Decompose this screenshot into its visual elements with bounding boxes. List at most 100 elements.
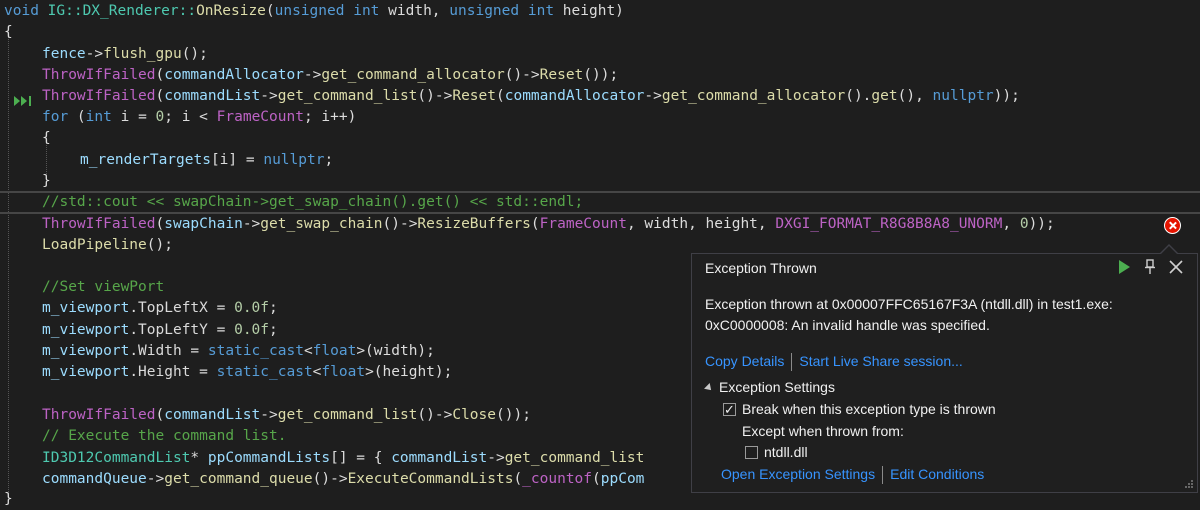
code-line-1[interactable]: fence->flush_gpu(); [42,44,208,65]
punct: ( [496,88,505,104]
punct: ( [155,407,165,423]
code-line-16[interactable]: ThrowIfFailed(commandList->get_command_l… [42,405,531,426]
resize-grip-icon[interactable] [1184,479,1194,489]
exception-popup: Exception Thrown Exception thrown at 0x0… [691,253,1198,493]
function: Reset [452,88,496,104]
keyword: unsigned [449,3,520,19]
function: get_swap_chain [260,216,383,232]
function: get [871,88,898,104]
code-line-brace-close[interactable]: } [4,489,13,510]
punct: , width, height, [626,216,776,232]
code-line-19[interactable]: commandQueue->get_command_queue()->Execu… [42,469,644,490]
code-line-15[interactable]: m_viewport.Height = static_cast<float>(h… [42,362,452,383]
ntdll-row[interactable]: ntdll.dll [745,442,808,463]
edit-conditions-link[interactable]: Edit Conditions [890,466,984,482]
macro: DXGI_FORMAT_R8G8B8A8_UNORM [775,216,1003,232]
code-line-signature[interactable]: void IG::DX_Renderer::OnResize(unsigned … [4,1,624,22]
keyword: float [321,364,366,380]
code-editor[interactable]: void IG::DX_Renderer::OnResize(unsigned … [0,0,1200,508]
code-line-13[interactable]: m_viewport.TopLeftY = 0.0f; [42,320,278,341]
punct: ( [155,67,165,83]
punct: < [303,343,313,359]
code-line-5[interactable]: { [42,128,51,149]
punct: )); [993,88,1020,104]
member: Height [138,364,191,380]
param: width, [388,3,441,19]
brace: } [42,173,51,189]
punct: ()-> [312,471,348,487]
open-exception-settings-link[interactable]: Open Exception Settings [721,466,875,482]
punct: = [207,300,235,316]
identifier: commandList [164,407,261,423]
identifier: fence [42,46,86,62]
operator: -> [487,450,505,466]
code-line-7[interactable]: } [42,171,51,192]
punct: . [129,300,139,316]
ntdll-label: ntdll.dll [764,444,808,460]
punct: ; i++) [303,109,357,125]
close-icon[interactable] [1168,259,1184,275]
code-line-18[interactable]: ID3D12CommandList* ppCommandLists[] = { … [42,448,644,469]
param: height) [562,3,624,19]
break-checkbox[interactable] [723,399,736,420]
ntdll-checkbox[interactable] [745,446,758,459]
function: get_command_allocator [321,67,505,83]
member: Width [138,343,182,359]
separator [791,353,793,372]
punct: ; [269,322,278,338]
exception-footer-links: Open Exception Settings Edit Conditions [721,464,984,485]
play-icon[interactable] [1116,259,1132,275]
identifier: m_viewport [42,322,130,338]
punct: [] = { [330,450,392,466]
operator: -> [644,88,662,104]
identifier: m_viewport [42,300,130,316]
punct: )); [1028,216,1055,232]
code-line-2[interactable]: ThrowIfFailed(commandAllocator->get_comm… [42,65,618,86]
identifier: m_renderTargets [80,152,211,168]
punct: (); [146,237,173,253]
pin-icon[interactable] [1142,259,1158,275]
code-line-14[interactable]: m_viewport.Width = static_cast<float>(wi… [42,341,435,362]
keyword: static_cast [207,343,304,359]
member: TopLeftX [138,300,208,316]
code-line-4[interactable]: for (int i = 0; i < FrameCount; i++) [42,107,356,128]
punct: ; i < [164,109,217,125]
function: Reset [539,67,584,83]
macro: FrameCount [216,109,304,125]
punct: = [181,343,208,359]
punct: ( [265,3,275,19]
code-line-10[interactable]: LoadPipeline(); [42,235,173,256]
function: ResizeBuffers [417,216,531,232]
copy-details-link[interactable]: Copy Details [705,353,784,369]
keyword: static_cast [216,364,313,380]
method-name: OnResize [196,3,266,19]
code-line-8[interactable]: //std::cout << swapChain->get_swap_chain… [42,192,583,213]
error-icon[interactable] [1164,217,1181,234]
function: get_command_list [504,450,645,466]
operator: -> [242,216,261,232]
live-share-link[interactable]: Start Live Share session... [799,353,962,369]
exception-settings-header[interactable]: Exception Settings [704,377,835,398]
keyword: for [42,109,69,125]
punct: [i] = [210,152,264,168]
punct: = [190,364,217,380]
keyword: int [527,3,555,19]
break-on-exception-row[interactable]: Break when this exception type is thrown [723,399,996,420]
code-line-6[interactable]: m_renderTargets[i] = nullptr; [80,150,333,171]
brace: } [4,491,13,507]
macro: ThrowIfFailed [42,67,156,83]
operator: -> [146,471,165,487]
punct: . [129,343,139,359]
keyword: void [4,3,39,19]
collapse-triangle-icon [704,383,714,394]
exception-message-line-1: Exception thrown at 0x00007FFC65167F3A (… [705,296,1113,312]
identifier: commandList [164,88,261,104]
code-line-11[interactable]: //Set viewPort [42,277,164,298]
code-line-brace[interactable]: { [4,22,13,43]
code-line-12[interactable]: m_viewport.TopLeftX = 0.0f; [42,298,278,319]
code-line-17[interactable]: // Execute the command list. [42,426,286,447]
code-line-9[interactable]: ThrowIfFailed(swapChain->get_swap_chain(… [42,214,1055,235]
code-line-3[interactable]: ThrowIfFailed(commandList->get_command_l… [42,86,1020,107]
identifier: commandAllocator [504,88,645,104]
identifier: commandList [391,450,488,466]
